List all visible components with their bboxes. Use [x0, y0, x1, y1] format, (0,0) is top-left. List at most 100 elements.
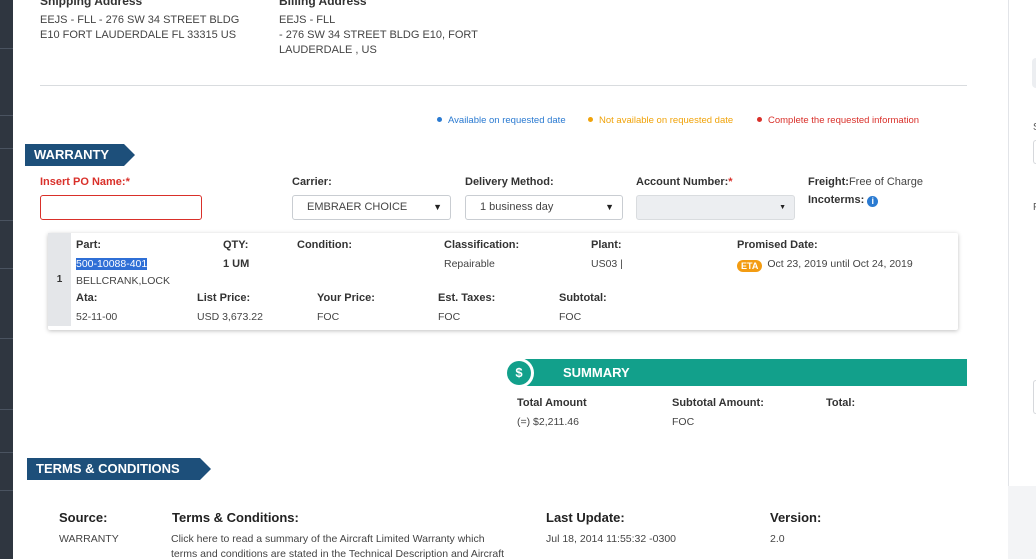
legend-not-available-label: Not available on requested date	[599, 115, 734, 126]
last-update-label: Last Update:	[546, 510, 625, 525]
terms-section-header: TERMS & CONDITIONS	[27, 458, 211, 480]
terms-conditions-link[interactable]: Click here to read a summary of the Airc…	[171, 532, 504, 559]
po-name-label: Insert PO Name:*	[40, 176, 130, 188]
subtotal-amount-label: Subtotal Amount:	[672, 397, 764, 409]
rail-divider	[0, 115, 13, 116]
caret-down-icon: ▼	[605, 202, 614, 212]
carrier-label: Carrier:	[292, 176, 332, 188]
plant-label: Plant:	[591, 239, 622, 251]
dollar-icon: $	[507, 361, 531, 385]
part-description: BELLCRANK,LOCK	[76, 275, 170, 287]
account-number-label-text: Account Number:	[636, 176, 729, 188]
rail-divider	[0, 48, 13, 49]
list-price-label: List Price:	[197, 292, 251, 304]
legend-complete-label: Complete the requested information	[768, 115, 920, 126]
account-number-label: Account Number:*	[636, 176, 733, 188]
list-price-value: USD 3,673.22	[197, 311, 263, 323]
billing-address-line: LAUDERDALE , US	[279, 44, 377, 56]
legend-not-available: Not available on requested date	[588, 115, 733, 126]
warranty-title: WARRANTY	[34, 147, 110, 162]
total-amount-label: Total Amount	[517, 397, 587, 409]
qty-value: 1 UM	[223, 258, 250, 270]
incoterms-label: Incoterms:	[808, 194, 865, 206]
info-icon[interactable]: i	[867, 196, 879, 207]
part-item-index: 1	[48, 233, 71, 326]
last-update-value: Jul 18, 2014 11:55:32 -0300	[546, 533, 676, 545]
total-label: Total:	[826, 397, 856, 409]
freight-info: Freight:Free of Charge	[808, 176, 923, 188]
warranty-section-header: WARRANTY	[25, 144, 135, 166]
est-taxes-label: Est. Taxes:	[438, 292, 496, 304]
blue-dot-icon	[437, 117, 442, 122]
billing-address-title: Billing Address	[279, 0, 367, 8]
total-amount-value: (=) $2,211.46	[517, 416, 579, 428]
left-sidebar-rail	[0, 0, 13, 559]
carrier-select[interactable]: EMBRAER CHOICE ▼	[292, 195, 451, 220]
freight-label: Freight:	[808, 176, 849, 188]
carrier-select-value: EMBRAER CHOICE	[307, 201, 408, 213]
billing-address-line: - 276 SW 34 STREET BLDG E10, FORT	[279, 29, 478, 41]
right-panel-card: S F	[1008, 0, 1036, 486]
part-label: Part:	[76, 239, 102, 251]
terms-text-line: terms and conditions are stated in the T…	[171, 548, 505, 559]
source-value: WARRANTY	[59, 533, 119, 545]
legend-available: Available on requested date	[437, 115, 566, 126]
classification-label: Classification:	[444, 239, 520, 251]
freight-value: Free of Charge	[848, 176, 923, 188]
rail-divider	[0, 148, 13, 149]
terms-title: TERMS & CONDITIONS	[36, 461, 180, 476]
legend-available-label: Available on requested date	[448, 115, 566, 126]
account-number-select[interactable]: ▼	[636, 195, 795, 220]
terms-text-line: Click here to read a summary of the Airc…	[171, 533, 485, 545]
ata-value: 52-11-00	[76, 311, 118, 323]
delivery-method-select[interactable]: 1 business day ▼	[465, 195, 623, 220]
legend-complete: Complete the requested information	[757, 115, 919, 126]
source-label: Source:	[59, 510, 108, 525]
section-divider	[40, 85, 967, 86]
rail-divider	[0, 220, 13, 221]
shipping-address-line: E10 FORT LAUDERDALE FL 33315 US	[40, 29, 237, 41]
incoterms-info: Incoterms: i	[808, 194, 879, 207]
required-mark: *	[728, 176, 733, 188]
billing-address-line: EEJS - FLL	[279, 14, 336, 26]
summary-title: SUMMARY	[563, 365, 630, 380]
plant-value: US03 |	[591, 258, 623, 270]
dollar-circle: $	[504, 358, 534, 388]
shipping-address-line: EEJS - FLL - 276 SW 34 STREET BLDG	[40, 14, 240, 26]
part-number-text: 500-10088-401	[76, 258, 148, 270]
right-side-panel: S F	[1008, 0, 1036, 559]
subtotal-value: FOC	[559, 311, 582, 323]
right-panel-icon-placeholder	[1032, 58, 1036, 88]
caret-down-icon: ▼	[433, 202, 442, 212]
condition-label: Condition:	[297, 239, 352, 251]
po-name-label-text: Insert PO Name:	[40, 176, 126, 188]
caret-down-icon: ▼	[779, 204, 786, 211]
ata-label: Ata:	[76, 292, 98, 304]
version-value: 2.0	[770, 533, 785, 545]
rail-divider	[0, 338, 13, 339]
rail-divider	[0, 490, 13, 491]
version-label: Version:	[770, 510, 822, 525]
your-price-value: FOC	[317, 311, 340, 323]
shipping-address-title: Shipping Address	[40, 0, 143, 8]
red-dot-icon	[757, 117, 762, 122]
rail-divider	[0, 452, 13, 453]
terms-conditions-label: Terms & Conditions:	[172, 510, 299, 525]
part-number[interactable]: 500-10088-401	[76, 258, 148, 270]
subtotal-label: Subtotal:	[559, 292, 607, 304]
rail-divider	[0, 268, 13, 269]
promised-date-value: Oct 23, 2019 until Oct 24, 2019	[767, 258, 913, 270]
your-price-label: Your Price:	[317, 292, 375, 304]
po-name-input[interactable]	[40, 195, 202, 220]
promised-date-label: Promised Date:	[737, 239, 818, 251]
delivery-method-select-value: 1 business day	[480, 201, 554, 213]
classification-value: Repairable	[444, 258, 495, 270]
orange-dot-icon	[588, 117, 593, 122]
est-taxes-value: FOC	[438, 311, 461, 323]
rail-divider	[0, 409, 13, 410]
qty-label: QTY:	[223, 239, 249, 251]
part-item-card: 1 Part: 500-10088-401 BELLCRANK,LOCK QTY…	[48, 233, 958, 330]
eta-badge: ETA	[737, 260, 763, 272]
delivery-method-label: Delivery Method:	[465, 176, 554, 188]
subtotal-amount-value: FOC	[672, 416, 695, 428]
